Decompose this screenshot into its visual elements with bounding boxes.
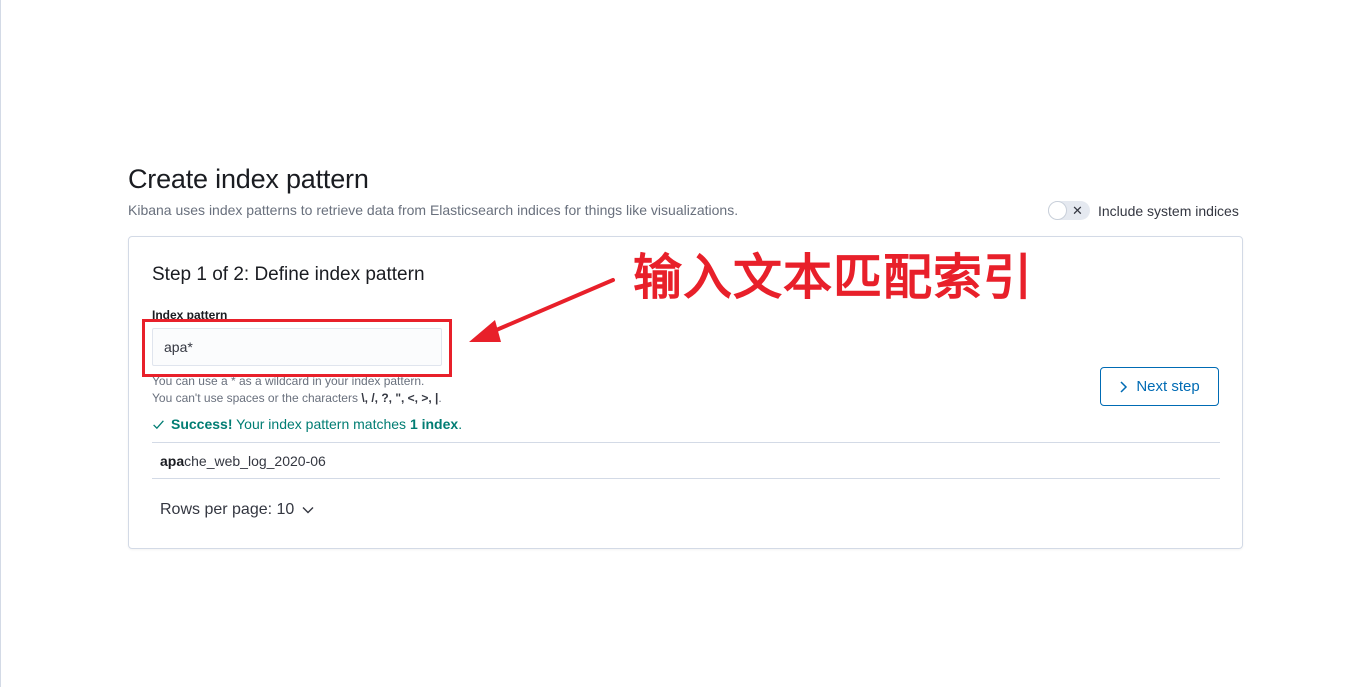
next-step-button[interactable]: Next step xyxy=(1100,367,1219,406)
chevron-down-icon xyxy=(302,507,314,514)
rows-per-page-label: Rows per page: 10 xyxy=(160,501,295,518)
annotation-text: 输入文本匹配索引 xyxy=(633,249,1034,306)
forbidden-characters: \, /, ?, ", <, >, | xyxy=(361,391,439,405)
toggle-label: Include system indices xyxy=(1098,202,1239,219)
help-text-characters: You can't use spaces or the characters \… xyxy=(152,391,442,405)
toggle-knob xyxy=(1048,201,1067,220)
index-match-part: apa xyxy=(160,453,185,469)
chevron-right-icon xyxy=(1120,380,1128,393)
success-count: 1 index xyxy=(409,416,459,432)
rows-per-page-selector[interactable]: Rows per page: 10 xyxy=(160,501,314,519)
index-pattern-label: Index pattern xyxy=(152,308,228,322)
close-icon: ✕ xyxy=(1072,203,1083,218)
matched-index-row: apache_web_log_2020-06 xyxy=(160,453,326,469)
index-rest-part: che_web_log_2020-06 xyxy=(184,453,326,469)
check-icon xyxy=(153,419,164,429)
next-step-label: Next step xyxy=(1136,378,1200,395)
index-pattern-input[interactable] xyxy=(152,328,442,366)
success-text: Your index pattern matches xyxy=(232,416,410,432)
divider xyxy=(152,478,1220,479)
divider xyxy=(152,442,1220,443)
success-end: . xyxy=(458,416,463,432)
help-text-prefix: You can't use spaces or the characters xyxy=(152,391,362,405)
help-text-wildcard: You can use a * as a wildcard in your in… xyxy=(152,374,425,388)
help-text-suffix: . xyxy=(438,391,442,405)
step-title: Step 1 of 2: Define index pattern xyxy=(152,264,425,285)
annotation-arrow-icon xyxy=(469,278,615,342)
page-frame: Create index pattern Kibana uses index p… xyxy=(0,0,1356,687)
success-strong: Success! xyxy=(171,416,233,432)
include-system-indices-toggle[interactable]: ✕ Include system indices xyxy=(1048,201,1239,220)
page-subtitle: Kibana uses index patterns to retrieve d… xyxy=(128,202,739,218)
toggle-switch[interactable]: ✕ xyxy=(1048,201,1090,220)
page-title: Create index pattern xyxy=(128,164,369,194)
success-message: Success! Your index pattern matches 1 in… xyxy=(152,416,462,432)
